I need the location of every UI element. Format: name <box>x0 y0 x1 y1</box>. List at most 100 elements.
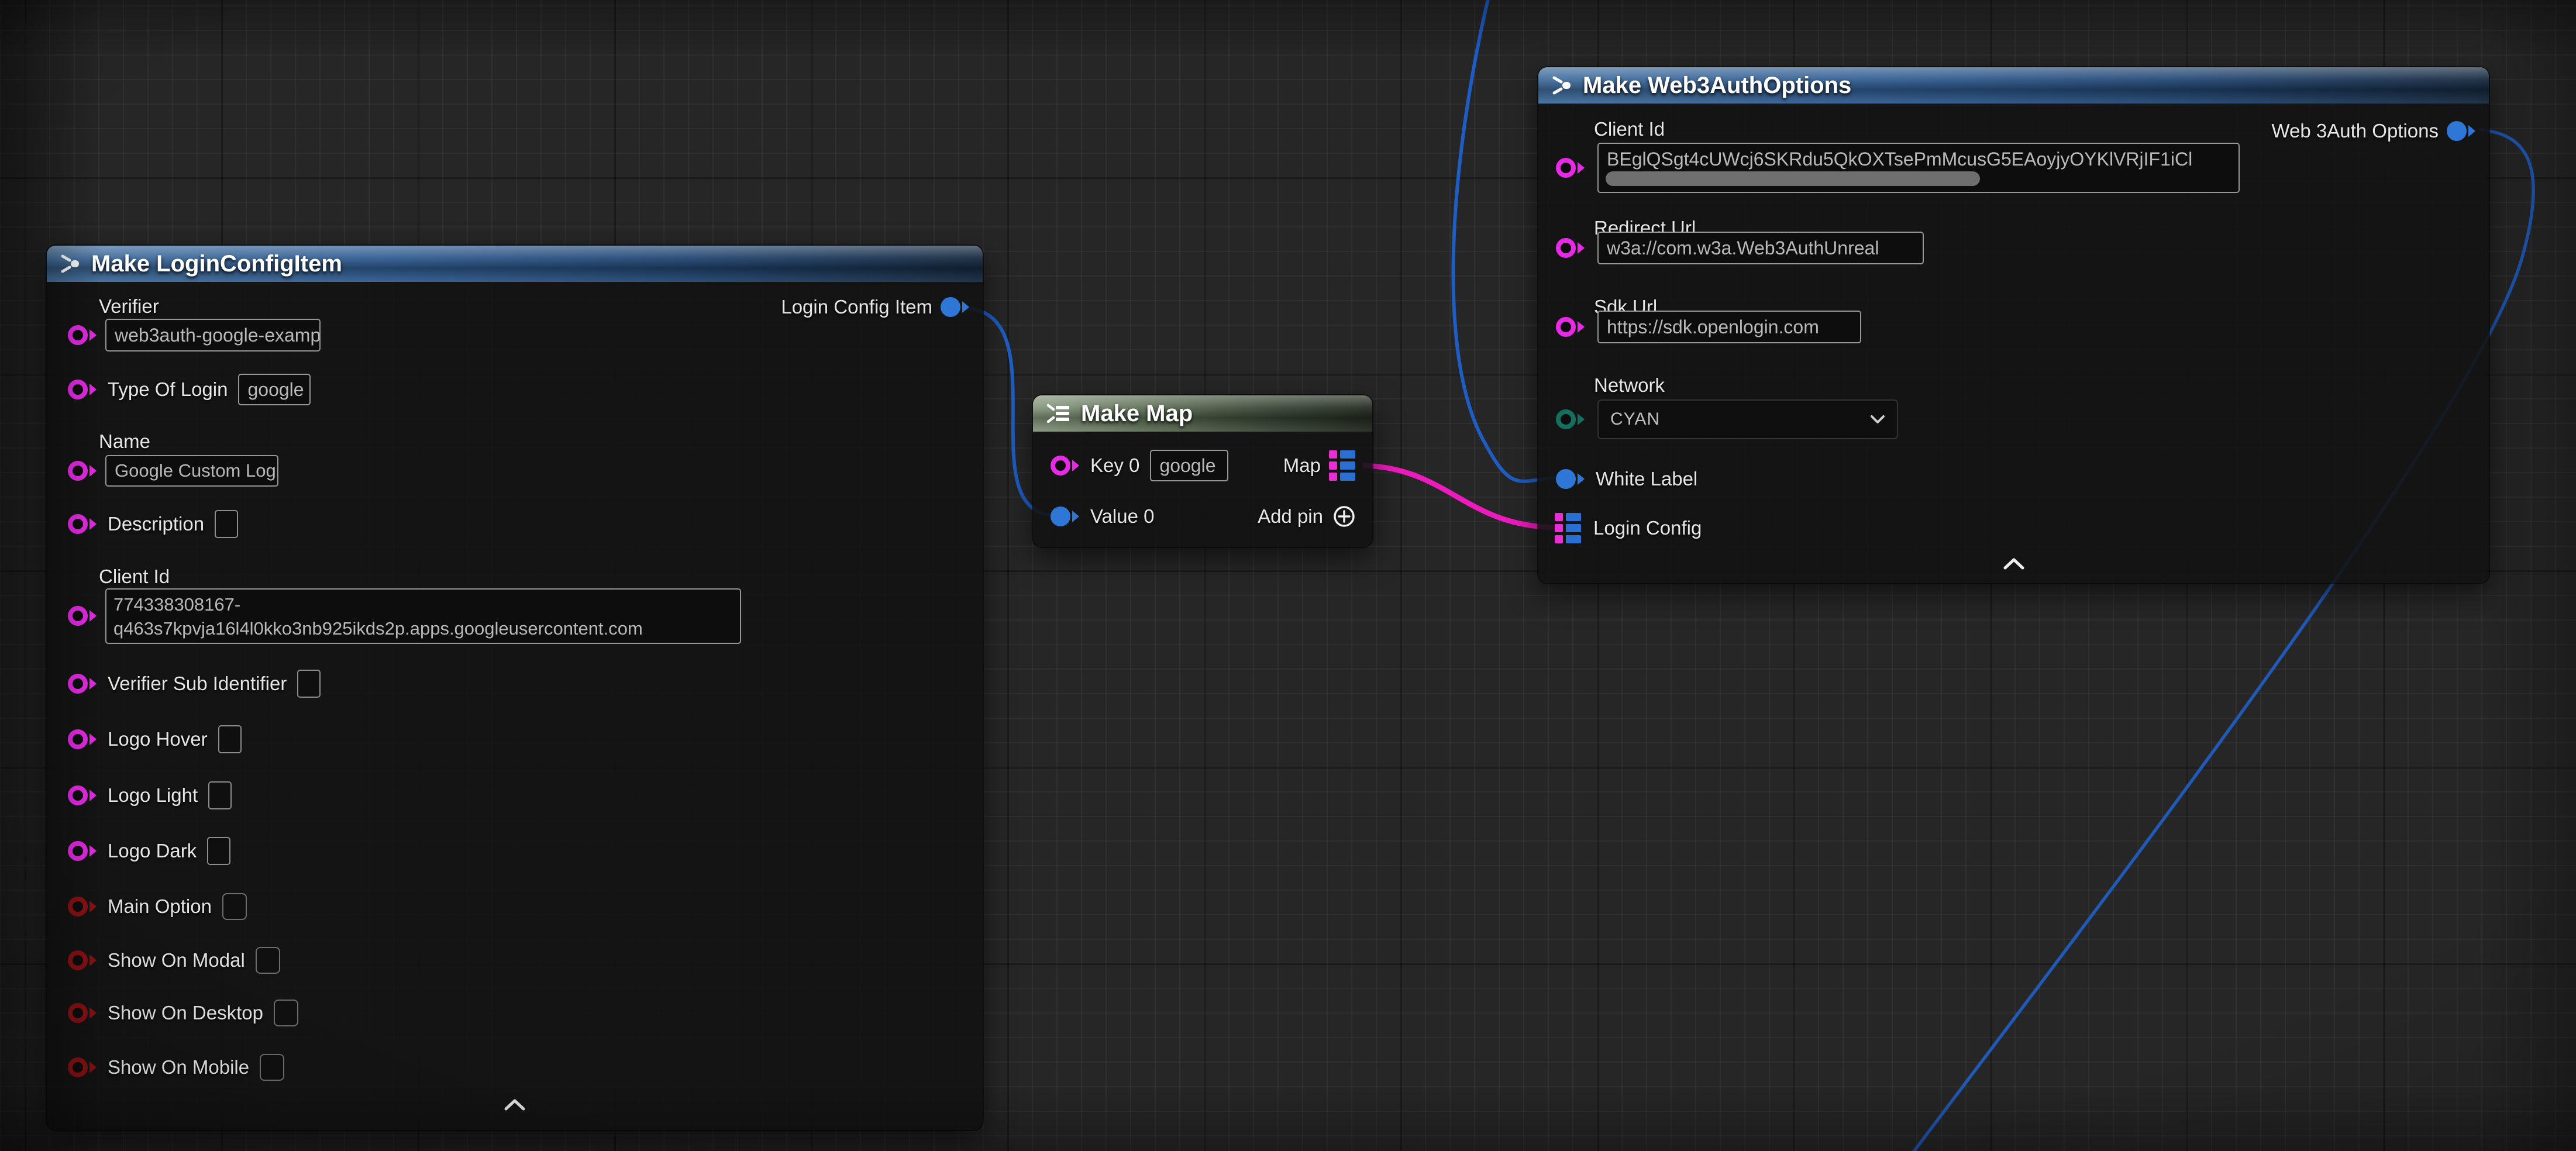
description-pin[interactable] <box>68 514 97 534</box>
make-map-icon <box>1045 402 1072 425</box>
name-label: Name <box>99 430 150 453</box>
wire-map-to-loginconfig[interactable] <box>1363 466 1559 528</box>
collapse-node-button[interactable] <box>2003 557 2025 573</box>
client-id-line2: q463s7kpvja16l4l0kko3nb925ikds2p.apps.go… <box>113 616 643 640</box>
logo-hover-row: Logo Hover <box>68 725 242 753</box>
sdk-url-pin[interactable] <box>1556 317 1585 337</box>
map-output-row: Map <box>1283 450 1357 481</box>
login-config-item-output-pin[interactable] <box>941 297 970 317</box>
white-label-row: White Label <box>1556 468 1697 490</box>
show-on-modal-pin[interactable] <box>68 950 97 970</box>
verifier-sub-identifier-label: Verifier Sub Identifier <box>108 673 287 695</box>
logo-hover-pin[interactable] <box>68 729 97 749</box>
add-pin-label: Add pin <box>1258 505 1323 528</box>
client-id-input[interactable]: 774338308167- q463s7kpvja16l4l0kko3nb925… <box>105 588 741 644</box>
logo-hover-label: Logo Hover <box>108 728 208 750</box>
logo-hover-input[interactable] <box>218 725 242 753</box>
type-of-login-row: Type Of Login google <box>68 374 311 405</box>
white-label-label: White Label <box>1596 468 1697 490</box>
value0-label: Value 0 <box>1090 505 1154 528</box>
verifier-pin[interactable] <box>68 325 97 345</box>
client-id-label: Client Id <box>1594 118 1665 140</box>
show-on-desktop-checkbox[interactable] <box>274 1000 298 1026</box>
logo-dark-input[interactable] <box>207 837 230 865</box>
chevron-up-icon <box>2003 557 2025 570</box>
type-of-login-label: Type Of Login <box>108 378 228 401</box>
show-on-mobile-pin[interactable] <box>68 1057 97 1077</box>
main-option-row: Main Option <box>68 893 247 920</box>
blueprint-canvas[interactable]: Make LoginConfigItem Login Config Item V… <box>0 0 2576 1151</box>
verifier-label: Verifier <box>99 295 159 318</box>
description-input[interactable] <box>215 510 238 538</box>
logo-dark-row: Logo Dark <box>68 837 230 865</box>
client-id-scrollbar[interactable] <box>1606 171 1980 186</box>
show-on-modal-checkbox[interactable] <box>256 947 280 974</box>
chevron-down-icon <box>1870 415 1885 424</box>
logo-light-pin[interactable] <box>68 785 97 805</box>
node-title: Make Map <box>1081 401 1193 427</box>
node-title: Make LoginConfigItem <box>91 251 342 277</box>
output-pin-row: Login Config Item <box>781 296 970 318</box>
login-config-pin[interactable] <box>1555 513 1583 543</box>
make-struct-icon <box>58 252 82 275</box>
collapse-node-button[interactable] <box>504 1098 526 1114</box>
main-option-label: Main Option <box>108 895 212 918</box>
show-on-mobile-label: Show On Mobile <box>108 1056 249 1078</box>
name-pin[interactable] <box>68 461 97 481</box>
type-of-login-input[interactable]: google <box>238 374 311 405</box>
node-make-loginconfigitem[interactable]: Make LoginConfigItem Login Config Item V… <box>47 246 983 1130</box>
add-pin-button[interactable]: Add pin <box>1258 504 1357 529</box>
client-id-value: BEglQSgt4cUWcj6SKRdu5QkOXTsePmMcusG5EAoy… <box>1607 149 2230 170</box>
key0-label: Key 0 <box>1090 454 1139 477</box>
circle-plus-icon <box>1331 504 1357 529</box>
output-pin-label: Login Config Item <box>781 296 932 318</box>
main-option-checkbox[interactable] <box>222 893 247 920</box>
name-input[interactable]: Google Custom Login <box>105 455 278 487</box>
show-on-mobile-row: Show On Mobile <box>68 1054 284 1081</box>
verifier-sub-identifier-row: Verifier Sub Identifier <box>68 670 321 698</box>
output-pin-label: Web 3Auth Options <box>2271 120 2439 142</box>
main-option-pin[interactable] <box>68 897 97 916</box>
network-pin[interactable] <box>1556 409 1585 429</box>
type-of-login-pin[interactable] <box>68 380 97 399</box>
value0-row: Value 0 <box>1051 505 1154 528</box>
make-struct-icon <box>1550 74 1573 97</box>
key0-input[interactable]: google <box>1150 450 1228 481</box>
map-output-pin[interactable] <box>1329 450 1357 481</box>
node-make-map[interactable]: Make Map Key 0 google Map Value 0 Add pi… <box>1033 395 1372 547</box>
verifier-input[interactable]: web3auth-google-example <box>105 319 321 351</box>
node-header[interactable]: Make Web3AuthOptions <box>1538 67 2489 104</box>
client-id-line1: 774338308167- <box>113 592 240 616</box>
show-on-modal-row: Show On Modal <box>68 947 280 974</box>
logo-light-input[interactable] <box>208 781 232 809</box>
show-on-desktop-pin[interactable] <box>68 1003 97 1023</box>
map-output-label: Map <box>1283 454 1321 477</box>
description-row: Description <box>68 510 238 538</box>
client-id-input[interactable]: BEglQSgt4cUWcj6SKRdu5QkOXTsePmMcusG5EAoy… <box>1597 143 2240 193</box>
node-make-web3authoptions[interactable]: Make Web3AuthOptions Web 3Auth Options C… <box>1538 67 2489 583</box>
redirect-url-pin[interactable] <box>1556 238 1585 258</box>
logo-dark-label: Logo Dark <box>108 840 197 862</box>
node-header[interactable]: Make LoginConfigItem <box>47 246 983 282</box>
login-config-label: Login Config <box>1593 517 1702 539</box>
show-on-mobile-checkbox[interactable] <box>260 1054 284 1081</box>
logo-dark-pin[interactable] <box>68 841 97 861</box>
key0-pin[interactable] <box>1051 456 1080 475</box>
node-header[interactable]: Make Map <box>1033 395 1372 432</box>
redirect-url-input[interactable]: w3a://com.w3a.Web3AuthUnreal <box>1597 232 1924 264</box>
network-dropdown[interactable]: CYAN <box>1597 399 1898 439</box>
logo-light-row: Logo Light <box>68 781 232 809</box>
web-3auth-options-output-pin[interactable] <box>2447 121 2476 141</box>
key0-row: Key 0 google <box>1051 450 1228 481</box>
logo-light-label: Logo Light <box>108 784 198 807</box>
value0-pin[interactable] <box>1051 506 1080 526</box>
network-selected-value: CYAN <box>1610 409 1660 429</box>
show-on-desktop-label: Show On Desktop <box>108 1002 263 1024</box>
sdk-url-input[interactable]: https://sdk.openlogin.com <box>1597 311 1861 343</box>
client-id-pin[interactable] <box>68 606 97 626</box>
white-label-pin[interactable] <box>1556 469 1585 489</box>
description-label: Description <box>108 513 204 535</box>
verifier-sub-identifier-input[interactable] <box>297 670 321 698</box>
verifier-sub-identifier-pin[interactable] <box>68 674 97 694</box>
client-id-pin[interactable] <box>1556 158 1585 178</box>
